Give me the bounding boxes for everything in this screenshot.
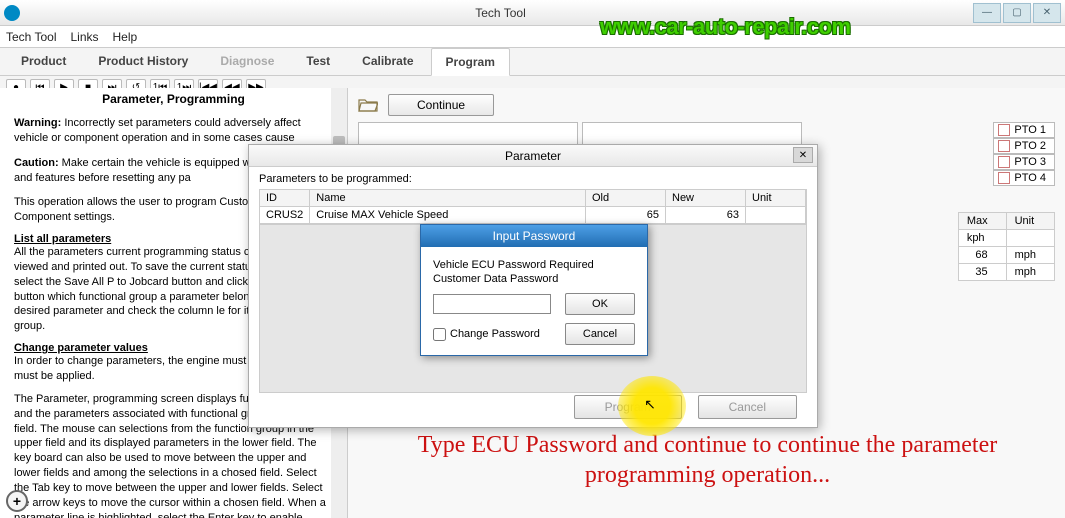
- window-controls: — ▢ ✕: [973, 3, 1061, 23]
- password-msg-2: Customer Data Password: [433, 273, 635, 285]
- cell-unit: [746, 207, 806, 224]
- app-icon: [4, 5, 20, 21]
- password-msg-1: Vehicle ECU Password Required: [433, 259, 635, 271]
- top-controls: Continue: [358, 94, 1055, 116]
- change-password-checkbox[interactable]: Change Password: [433, 328, 540, 341]
- tab-product-history[interactable]: Product History: [83, 47, 203, 75]
- cancel-button[interactable]: Cancel: [698, 395, 797, 419]
- parameter-dialog-title: Parameter: [505, 149, 561, 163]
- continue-button[interactable]: Continue: [388, 94, 494, 116]
- ok-button[interactable]: OK: [565, 293, 635, 315]
- menu-help[interactable]: Help: [113, 30, 138, 44]
- add-fab[interactable]: +: [6, 490, 28, 512]
- group-icon: [998, 172, 1010, 184]
- group-label: PTO 1: [1014, 124, 1046, 136]
- titlebar: Tech Tool — ▢ ✕: [0, 0, 1065, 26]
- cell-name: Cruise MAX Vehicle Speed: [310, 207, 586, 224]
- password-dialog-title[interactable]: Input Password: [421, 225, 647, 247]
- col-new: New: [666, 190, 746, 207]
- parameter-table: ID Name Old New Unit CRUS2 Cruise MAX Ve…: [259, 189, 807, 225]
- tab-product[interactable]: Product: [6, 47, 81, 75]
- parameter-dialog-buttons: Program Cancel: [574, 395, 797, 419]
- group-icon: [998, 140, 1010, 152]
- pw-cancel-button[interactable]: Cancel: [565, 323, 635, 345]
- tab-test[interactable]: Test: [291, 47, 345, 75]
- right-small-table: MaxUnit kph 68mph 35mph: [958, 212, 1055, 281]
- col-id: ID: [260, 190, 310, 207]
- tab-calibrate[interactable]: Calibrate: [347, 47, 428, 75]
- parameter-dialog-close[interactable]: ✕: [793, 147, 813, 163]
- group-pto3[interactable]: PTO 3: [993, 154, 1055, 170]
- group-icon: [998, 156, 1010, 168]
- cell-old: 65: [586, 207, 666, 224]
- folder-icon[interactable]: [358, 97, 378, 113]
- warning-text: Warning: Incorrectly set parameters coul…: [14, 116, 333, 146]
- watermark: www.car-auto-repair.com: [600, 14, 851, 40]
- change-password-checkbox-input[interactable]: [433, 328, 446, 341]
- parameter-dialog-titlebar[interactable]: Parameter ✕: [249, 145, 817, 167]
- menu-links[interactable]: Links: [70, 30, 98, 44]
- page-heading: Parameter, Programming: [14, 92, 333, 106]
- close-button[interactable]: ✕: [1033, 3, 1061, 23]
- group-pto1[interactable]: PTO 1: [993, 122, 1055, 138]
- instruction-caption: Type ECU Password and continue to contin…: [360, 430, 1055, 490]
- table-row: 35mph: [958, 264, 1054, 281]
- col-old: Old: [586, 190, 666, 207]
- col-unit: Unit: [746, 190, 806, 207]
- menubar: Tech Tool Links Help: [0, 26, 1065, 48]
- password-input[interactable]: [433, 294, 551, 314]
- parameter-dialog-subtitle: Parameters to be programmed:: [249, 167, 817, 189]
- group-pto4[interactable]: PTO 4: [993, 170, 1055, 186]
- col-max: Max: [958, 213, 1006, 230]
- tab-diagnose: Diagnose: [205, 47, 289, 75]
- cell-new: 63: [666, 207, 746, 224]
- program-button[interactable]: Program: [574, 395, 682, 419]
- change-password-label: Change Password: [450, 328, 540, 340]
- cell-id: CRUS2: [260, 207, 310, 224]
- menu-techtool[interactable]: Tech Tool: [6, 30, 56, 44]
- table-row: kph: [958, 230, 1054, 247]
- tab-program[interactable]: Program: [431, 48, 510, 76]
- group-pto2[interactable]: PTO 2: [993, 138, 1055, 154]
- group-icon: [998, 124, 1010, 136]
- group-label: PTO 3: [1014, 156, 1046, 168]
- password-dialog: Input Password Vehicle ECU Password Requ…: [420, 224, 648, 356]
- col-name: Name: [310, 190, 586, 207]
- maintabs: Product Product History Diagnose Test Ca…: [0, 48, 1065, 76]
- maximize-button[interactable]: ▢: [1003, 3, 1031, 23]
- group-label: PTO 4: [1014, 172, 1046, 184]
- minimize-button[interactable]: —: [973, 3, 1001, 23]
- password-dialog-body: Vehicle ECU Password Required Customer D…: [421, 247, 647, 355]
- table-row[interactable]: CRUS2 Cruise MAX Vehicle Speed 65 63: [260, 207, 806, 224]
- table-row: 68mph: [958, 247, 1054, 264]
- group-label: PTO 2: [1014, 140, 1046, 152]
- col-unit: Unit: [1006, 213, 1054, 230]
